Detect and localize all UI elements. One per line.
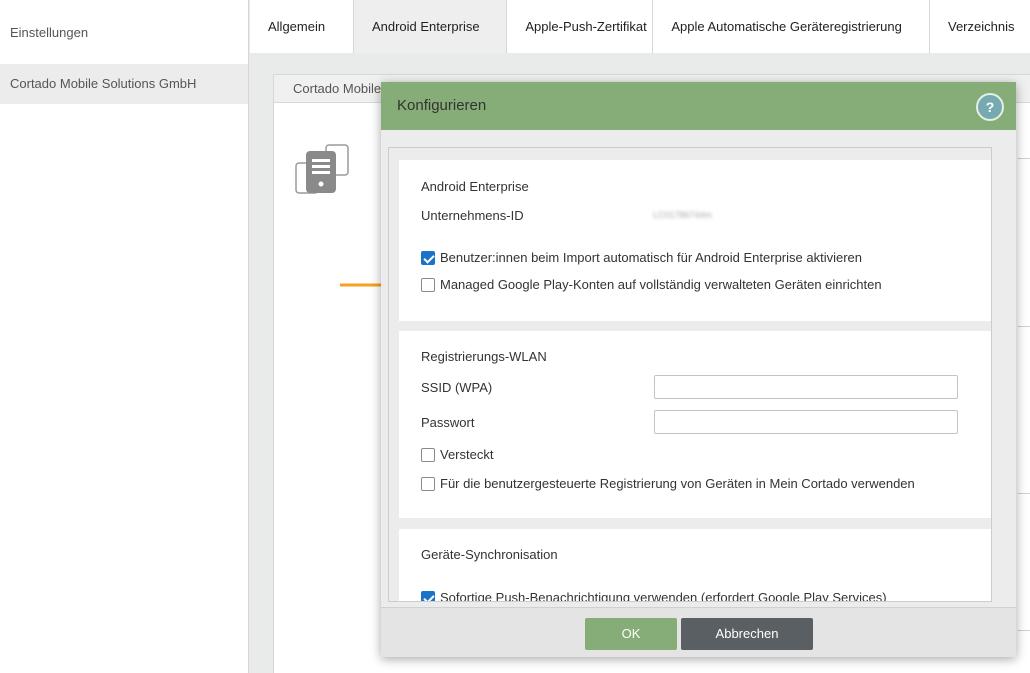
tab-general[interactable]: Allgemein xyxy=(250,0,354,53)
dialog-body[interactable]: Android Enterprise Unternehmens-ID LC017… xyxy=(388,147,992,602)
section-title: Geräte-Synchronisation xyxy=(421,547,558,562)
device-icon xyxy=(295,144,349,194)
hidden-network-checkbox[interactable]: Versteckt xyxy=(421,447,493,462)
device-sync-section: Geräte-Synchronisation Sofortige Push-Be… xyxy=(399,529,991,602)
checkbox-label: Sofortige Push-Benachrichtigung verwende… xyxy=(440,590,887,602)
password-label: Passwort xyxy=(421,415,475,430)
dialog-title: Konfigurieren xyxy=(397,97,487,114)
divider xyxy=(1018,630,1030,631)
sidebar: Einstellungen Cortado Mobile Solutions G… xyxy=(0,0,249,673)
section-title: Android Enterprise xyxy=(421,179,529,194)
divider xyxy=(1018,158,1030,159)
tab-bar: Allgemein Android Enterprise Apple-Push-… xyxy=(250,0,1030,53)
ok-button[interactable]: OK xyxy=(585,618,677,650)
android-enterprise-section: Android Enterprise Unternehmens-ID LC017… xyxy=(399,160,991,321)
cancel-button[interactable]: Abbrechen xyxy=(681,618,813,650)
checkbox-label: Für die benutzergesteuerte Registrierung… xyxy=(440,476,915,491)
checkbox-unchecked-icon[interactable] xyxy=(421,476,435,491)
checkbox-checked-icon[interactable] xyxy=(421,590,435,601)
registration-wlan-section: Registrierungs-WLAN SSID (WPA) Passwort … xyxy=(399,331,991,518)
auto-activate-checkbox[interactable]: Benutzer:innen beim Import automatisch f… xyxy=(421,250,862,265)
tab-apple-push-certificate[interactable]: Apple-Push-Zertifikat xyxy=(507,0,654,53)
password-input[interactable] xyxy=(654,410,958,434)
tab-android-enterprise[interactable]: Android Enterprise xyxy=(353,0,508,53)
section-title: Registrierungs-WLAN xyxy=(421,349,547,364)
sidebar-item-company[interactable]: Cortado Mobile Solutions GmbH xyxy=(0,64,248,104)
checkbox-label: Benutzer:innen beim Import automatisch f… xyxy=(440,250,862,265)
checkbox-label: Versteckt xyxy=(440,447,494,462)
push-notification-checkbox[interactable]: Sofortige Push-Benachrichtigung verwende… xyxy=(421,590,887,602)
ssid-input[interactable] xyxy=(654,375,958,399)
company-id-value: LC01786744m xyxy=(653,210,713,220)
tab-directory[interactable]: Verzeichnis xyxy=(930,0,1030,53)
checkbox-unchecked-icon[interactable] xyxy=(421,447,435,462)
sidebar-item-settings[interactable]: Einstellungen xyxy=(0,13,248,53)
checkbox-unchecked-icon[interactable] xyxy=(421,277,435,292)
configure-dialog: Konfigurieren ? Android Enterprise Unter… xyxy=(381,82,1016,657)
help-icon[interactable]: ? xyxy=(976,93,1004,121)
checkbox-label: Managed Google Play-Konten auf vollständ… xyxy=(440,277,882,292)
dialog-footer: OK Abbrechen xyxy=(381,607,1016,657)
divider xyxy=(1018,326,1030,327)
divider xyxy=(1018,493,1030,494)
tab-apple-automatic-device-enrollment[interactable]: Apple Automatische Geräteregistrierung xyxy=(653,0,930,53)
company-id-label: Unternehmens-ID xyxy=(421,208,524,223)
ssid-label: SSID (WPA) xyxy=(421,380,493,395)
user-registration-checkbox[interactable]: Für die benutzergesteuerte Registrierung… xyxy=(421,476,915,491)
managed-play-checkbox[interactable]: Managed Google Play-Konten auf vollständ… xyxy=(421,277,882,292)
dialog-header: Konfigurieren ? xyxy=(381,82,1016,130)
checkbox-checked-icon[interactable] xyxy=(421,250,435,265)
